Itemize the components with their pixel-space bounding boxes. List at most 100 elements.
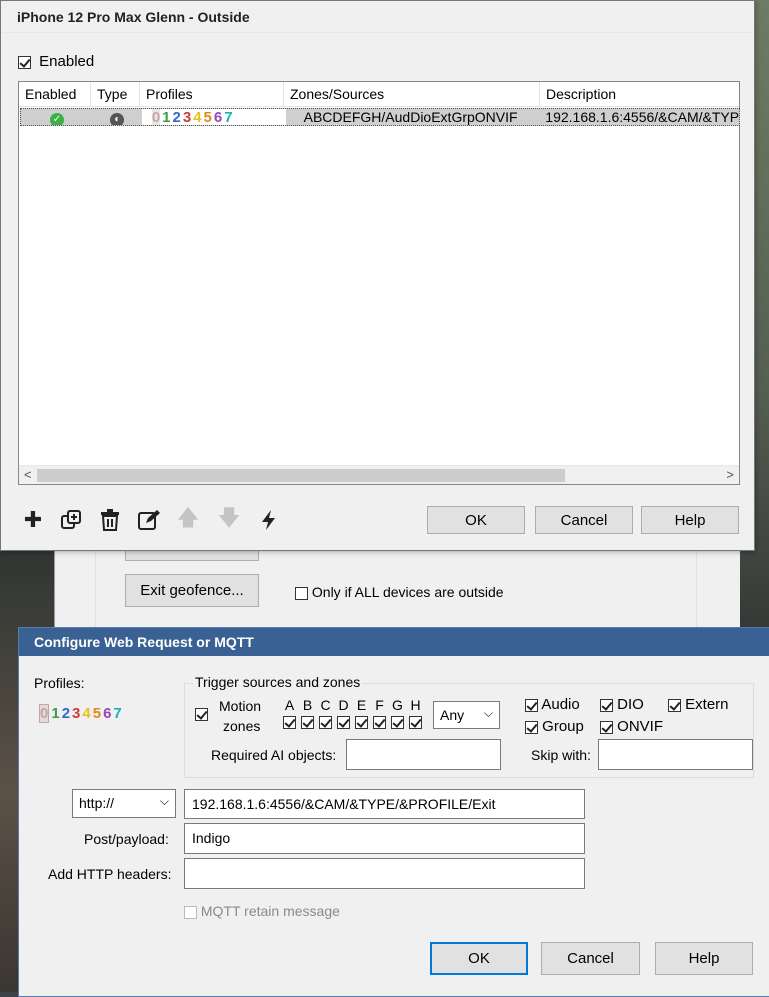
dio-checkbox[interactable] xyxy=(600,698,613,712)
horizontal-scrollbar[interactable]: < > xyxy=(19,465,739,484)
group-checkbox[interactable] xyxy=(525,720,538,734)
zone-letter: G xyxy=(392,697,403,713)
web-help-button[interactable]: Help xyxy=(655,942,753,975)
source-dio[interactable]: DIO xyxy=(600,696,644,713)
zone-h-checkbox[interactable] xyxy=(409,715,422,729)
web-request-dialog: Configure Web Request or MQTT Profiles: … xyxy=(18,627,769,997)
help-button[interactable]: Help xyxy=(641,506,739,534)
row-description: 192.168.1.6:4556/&CAM/&TYPE xyxy=(545,109,739,125)
motion-zones-checkbox[interactable] xyxy=(195,708,208,721)
scroll-left-icon[interactable]: < xyxy=(24,467,32,482)
skip-with-input[interactable] xyxy=(598,739,753,770)
list-header: Enabled Type Profiles Zones/Sources Desc… xyxy=(19,82,739,107)
web-ok-button[interactable]: OK xyxy=(430,942,528,975)
dialog-title: iPhone 12 Pro Max Glenn - Outside xyxy=(1,1,754,33)
profiles-label: Profiles: xyxy=(34,675,85,691)
chevron-down-icon: ⌵ xyxy=(159,794,169,808)
audio-checkbox[interactable] xyxy=(525,698,538,712)
zone-d-checkbox[interactable] xyxy=(337,715,350,729)
zone-mode-select[interactable]: Any ⌵ xyxy=(433,701,500,729)
trash-icon[interactable] xyxy=(95,505,125,535)
ok-button[interactable]: OK xyxy=(427,506,525,534)
enabled-checkbox[interactable] xyxy=(18,55,31,69)
required-ai-label: Required AI objects: xyxy=(211,747,337,763)
arrow-down-icon[interactable]: 🡇 xyxy=(214,505,244,535)
profile-selector[interactable]: 01234567 xyxy=(39,704,124,723)
profile-7[interactable]: 7 xyxy=(113,705,121,722)
audio-label: Audio xyxy=(541,696,580,713)
profile-6[interactable]: 6 xyxy=(103,705,111,722)
profile-1[interactable]: 1 xyxy=(51,705,59,722)
extern-label: Extern xyxy=(685,696,729,713)
only-all-label: Only if ALL devices are outside xyxy=(311,584,504,600)
zone-g-checkbox[interactable] xyxy=(391,715,404,729)
protocol-value: http:// xyxy=(79,795,115,811)
http-headers-label: Add HTTP headers: xyxy=(48,866,172,882)
edit-icon[interactable] xyxy=(134,505,164,535)
profile-2[interactable]: 2 xyxy=(62,705,70,722)
trigger-group-label: Trigger sources and zones xyxy=(193,674,363,690)
table-row[interactable]: ✓ ◐ 01234567 ABCDEFGH/AudDioExtGrpONVIF … xyxy=(20,108,740,126)
cancel-button[interactable]: Cancel xyxy=(535,506,633,534)
source-extern[interactable]: Extern xyxy=(668,696,729,713)
zones-label: zones xyxy=(223,718,261,734)
exit-geofence-button[interactable]: Exit geofence... xyxy=(125,574,259,607)
geofence-dialog: iPhone 12 Pro Max Glenn - Outside Enable… xyxy=(0,0,755,551)
zone-a-checkbox[interactable] xyxy=(283,715,296,729)
profile-4[interactable]: 4 xyxy=(82,705,90,722)
plus-icon[interactable]: ✚ xyxy=(18,505,48,535)
web-dialog-title: Configure Web Request or MQTT xyxy=(19,628,769,656)
only-all-devices-option[interactable]: Only if ALL devices are outside xyxy=(295,584,504,600)
scroll-thumb[interactable] xyxy=(37,469,565,482)
zone-letter: H xyxy=(410,697,421,713)
zone-e-checkbox[interactable] xyxy=(355,715,368,729)
enabled-label: Enabled xyxy=(39,53,95,70)
row-type-globe-icon: ◐ xyxy=(93,109,142,125)
profile-5[interactable]: 5 xyxy=(93,705,101,722)
col-enabled[interactable]: Enabled xyxy=(19,82,91,106)
zone-letter: A xyxy=(284,697,295,713)
row-zones: ABCDEFGH/AudDioExtGrpONVIF xyxy=(303,109,518,125)
source-audio[interactable]: Audio xyxy=(525,696,580,713)
only-all-checkbox[interactable] xyxy=(295,586,308,600)
col-type[interactable]: Type xyxy=(91,82,140,106)
profile-3[interactable]: 3 xyxy=(72,705,80,722)
http-headers-input[interactable] xyxy=(184,858,585,889)
col-zones[interactable]: Zones/Sources xyxy=(284,82,540,106)
actions-list[interactable]: Enabled Type Profiles Zones/Sources Desc… xyxy=(18,81,740,485)
row-enabled-icon: ✓ xyxy=(21,109,93,125)
zone-selector: A B C D E F G H xyxy=(283,697,422,729)
chevron-down-icon: ⌵ xyxy=(483,706,493,720)
extern-checkbox[interactable] xyxy=(668,698,681,712)
arrow-up-icon[interactable]: 🡅 xyxy=(173,505,203,535)
required-ai-input[interactable] xyxy=(346,739,501,770)
source-group[interactable]: Group xyxy=(525,718,584,735)
col-profiles[interactable]: Profiles xyxy=(140,82,284,106)
web-cancel-button[interactable]: Cancel xyxy=(541,942,640,975)
onvif-checkbox[interactable] xyxy=(600,720,613,734)
zone-letter: C xyxy=(320,697,331,713)
zone-letter: D xyxy=(338,697,349,713)
enabled-option[interactable]: Enabled xyxy=(18,53,94,70)
source-onvif[interactable]: ONVIF xyxy=(600,718,663,735)
url-input[interactable]: 192.168.1.6:4556/&CAM/&TYPE/&PROFILE/Exi… xyxy=(184,789,585,819)
lightning-icon[interactable] xyxy=(254,505,284,535)
post-payload-input[interactable]: Indigo xyxy=(184,823,585,854)
zone-letter: F xyxy=(375,697,384,713)
onvif-label: ONVIF xyxy=(617,718,664,735)
zone-mode-value: Any xyxy=(440,707,465,723)
zone-c-checkbox[interactable] xyxy=(319,715,332,729)
motion-label: Motion xyxy=(219,698,262,714)
zone-b-checkbox[interactable] xyxy=(301,715,314,729)
profile-0[interactable]: 0 xyxy=(39,704,50,723)
zone-f-checkbox[interactable] xyxy=(373,715,386,729)
col-description[interactable]: Description xyxy=(540,82,738,106)
skip-with-label: Skip with: xyxy=(531,747,591,763)
mqtt-retain-checkbox[interactable] xyxy=(184,905,197,919)
mqtt-retain-option[interactable]: MQTT retain message xyxy=(184,903,340,919)
protocol-select[interactable]: http:// ⌵ xyxy=(72,789,176,818)
zone-letter: B xyxy=(302,697,313,713)
scroll-right-icon[interactable]: > xyxy=(726,467,734,482)
copy-icon[interactable] xyxy=(56,505,86,535)
post-payload-label: Post/payload: xyxy=(84,831,169,847)
